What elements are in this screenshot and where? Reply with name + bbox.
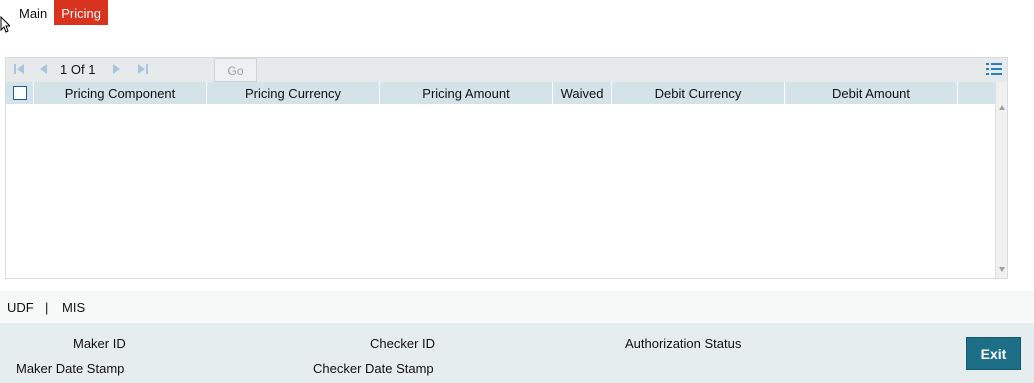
pager-of-label: Of — [70, 62, 85, 77]
pager-current: 1 — [60, 62, 68, 77]
grid-header-row: Pricing Component Pricing Currency Prici… — [6, 82, 995, 104]
pager-status: 1 Of 1 — [60, 62, 95, 77]
checker-date-stamp-label: Checker Date Stamp — [313, 361, 434, 376]
mis-link[interactable]: MIS — [62, 300, 85, 315]
column-header-filler — [958, 82, 995, 104]
column-header-pricing-amount[interactable]: Pricing Amount — [380, 82, 553, 104]
mouse-cursor-icon — [0, 16, 10, 33]
grid-toolbar: 1 Of 1 Go — [6, 58, 1007, 82]
column-header-debit-currency[interactable]: Debit Currency — [612, 82, 785, 104]
grid-vertical-scrollbar[interactable] — [995, 82, 1007, 278]
udf-mis-bar: UDF | MIS — [0, 291, 1034, 322]
maker-id-label: Maker ID — [73, 336, 126, 351]
column-header-pricing-currency[interactable]: Pricing Currency — [207, 82, 380, 104]
scroll-up-arrow-icon[interactable] — [999, 105, 1005, 110]
exit-button[interactable]: Exit — [966, 337, 1021, 370]
pricing-grid: 1 Of 1 Go Pricing Component Pricing Curr… — [5, 57, 1008, 279]
last-page-icon[interactable] — [136, 62, 150, 76]
go-button[interactable]: Go — [214, 58, 257, 82]
udf-link[interactable]: UDF — [7, 300, 34, 315]
select-all-cell — [6, 82, 34, 104]
link-separator: | — [45, 300, 49, 315]
column-header-waived[interactable]: Waived — [553, 82, 612, 104]
tab-bar: Main Pricing — [12, 0, 108, 25]
maker-date-stamp-label: Maker Date Stamp — [16, 361, 125, 376]
tab-main[interactable]: Main — [12, 0, 54, 25]
column-header-debit-amount[interactable]: Debit Amount — [785, 82, 958, 104]
pager-total: 1 — [88, 62, 96, 77]
select-all-checkbox[interactable] — [12, 86, 27, 100]
tab-pricing[interactable]: Pricing — [54, 0, 108, 25]
previous-page-icon[interactable] — [36, 62, 50, 76]
first-page-icon[interactable] — [12, 62, 26, 76]
audit-footer: Maker ID Maker Date Stamp Checker ID Che… — [0, 323, 1034, 383]
authorization-status-label: Authorization Status — [625, 336, 742, 351]
list-view-icon[interactable] — [986, 62, 1002, 76]
scroll-down-arrow-icon[interactable] — [999, 267, 1005, 272]
column-header-pricing-component[interactable]: Pricing Component — [34, 82, 207, 104]
checker-id-label: Checker ID — [370, 336, 436, 351]
next-page-icon[interactable] — [110, 62, 124, 76]
